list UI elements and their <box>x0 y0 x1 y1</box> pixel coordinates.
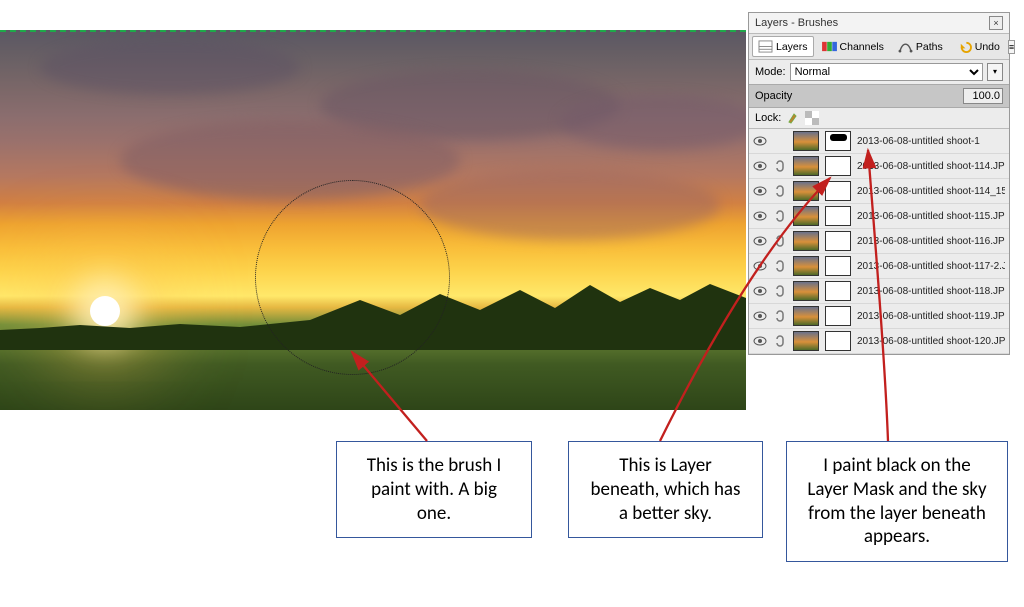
lock-alpha-icon[interactable] <box>805 111 819 125</box>
layer-mask-thumbnail[interactable] <box>825 156 851 176</box>
panel-title-text: Layers - Brushes <box>755 17 838 29</box>
visibility-eye-icon[interactable] <box>753 134 767 148</box>
layers-panel: Layers - Brushes × Layers Channels Paths… <box>748 12 1010 355</box>
layer-name-label[interactable]: 2013-06-08-untitled shoot-117-2.JPG <box>857 261 1005 272</box>
blend-mode-row: Mode: Normal ▾ <box>749 60 1009 84</box>
layer-row[interactable]: 2013-06-08-untitled shoot-116.JPG <box>749 229 1009 254</box>
layer-name-label[interactable]: 2013-06-08-untitled shoot-114.JPG <box>857 161 1005 172</box>
tab-layers[interactable]: Layers <box>752 36 814 57</box>
selection-edge-top <box>0 30 746 32</box>
layer-mask-thumbnail[interactable] <box>825 256 851 276</box>
layer-thumbnail[interactable] <box>793 206 819 226</box>
annotation-text: I paint black on the Layer Mask and the … <box>807 454 986 548</box>
link-icon[interactable] <box>773 259 787 273</box>
lock-row: Lock: <box>749 108 1009 129</box>
layer-thumbnail[interactable] <box>793 131 819 151</box>
layer-thumbnail[interactable] <box>793 281 819 301</box>
layer-name-label[interactable]: 2013-06-08-untitled shoot-118.JPG <box>857 286 1005 297</box>
opacity-label: Opacity <box>755 90 792 102</box>
layer-mask-thumbnail[interactable] <box>825 281 851 301</box>
cloud-shape <box>40 40 300 95</box>
layer-mask-thumbnail[interactable] <box>825 306 851 326</box>
layer-thumbnail[interactable] <box>793 256 819 276</box>
layer-row[interactable]: 2013-06-08-untitled shoot-120.JPG <box>749 329 1009 354</box>
tab-label: Undo <box>975 41 1000 53</box>
layer-list[interactable]: 2013-06-08-untitled shoot-1 2013-06-08-un… <box>749 129 1009 354</box>
link-icon[interactable] <box>773 234 787 248</box>
layer-thumbnail[interactable] <box>793 306 819 326</box>
layer-name-label[interactable]: 2013-06-08-untitled shoot-119.JPG <box>857 311 1005 322</box>
layer-row[interactable]: 2013-06-08-untitled shoot-117-2.JPG <box>749 254 1009 279</box>
brush-outline[interactable] <box>255 180 450 375</box>
link-icon[interactable] <box>773 309 787 323</box>
visibility-eye-icon[interactable] <box>753 334 767 348</box>
layer-mask-thumbnail[interactable] <box>825 231 851 251</box>
link-icon[interactable] <box>773 209 787 223</box>
lock-label: Lock: <box>755 112 781 124</box>
layer-thumbnail[interactable] <box>793 156 819 176</box>
layer-name-label[interactable]: 2013-06-08-untitled shoot-114_15_1 <box>857 186 1005 197</box>
panel-close-button[interactable]: × <box>989 16 1003 30</box>
layer-mask-thumbnail[interactable] <box>825 206 851 226</box>
mode-label: Mode: <box>755 66 786 78</box>
lock-paint-icon[interactable] <box>786 111 800 125</box>
visibility-eye-icon[interactable] <box>753 209 767 223</box>
layer-thumbnail[interactable] <box>793 231 819 251</box>
tab-paths[interactable]: Paths <box>892 36 949 57</box>
layer-row[interactable]: 2013-06-08-untitled shoot-1 <box>749 129 1009 154</box>
undo-icon <box>957 40 972 53</box>
channels-icon <box>822 40 837 53</box>
layer-name-label[interactable]: 2013-06-08-untitled shoot-120.JPG <box>857 336 1005 347</box>
panel-menu-button[interactable]: ≡ <box>1008 40 1015 54</box>
layer-row[interactable]: 2013-06-08-untitled shoot-114_15_1 <box>749 179 1009 204</box>
tab-label: Channels <box>840 41 884 53</box>
layer-row[interactable]: 2013-06-08-untitled shoot-118.JPG <box>749 279 1009 304</box>
annotation-brush: This is the brush I paint with. A big on… <box>336 441 532 538</box>
annotation-text: This is the brush I paint with. A big on… <box>367 454 502 525</box>
visibility-eye-icon[interactable] <box>753 159 767 173</box>
cloud-shape <box>420 170 720 240</box>
annotation-text: This is Layer beneath, which has a bette… <box>591 454 741 525</box>
layer-row[interactable]: 2013-06-08-untitled shoot-114.JPG <box>749 154 1009 179</box>
tab-undo[interactable]: Undo <box>951 36 1006 57</box>
link-icon[interactable] <box>773 134 787 148</box>
layer-name-label[interactable]: 2013-06-08-untitled shoot-1 <box>857 136 980 147</box>
tab-label: Layers <box>776 41 808 53</box>
visibility-eye-icon[interactable] <box>753 284 767 298</box>
tab-label: Paths <box>916 41 943 53</box>
opacity-input[interactable] <box>963 88 1003 104</box>
link-icon[interactable] <box>773 334 787 348</box>
layer-row[interactable]: 2013-06-08-untitled shoot-115.JPG <box>749 204 1009 229</box>
visibility-eye-icon[interactable] <box>753 184 767 198</box>
visibility-eye-icon[interactable] <box>753 259 767 273</box>
layer-name-label[interactable]: 2013-06-08-untitled shoot-116.JPG <box>857 236 1005 247</box>
link-icon[interactable] <box>773 159 787 173</box>
layer-thumbnail[interactable] <box>793 181 819 201</box>
layer-mask-thumbnail[interactable] <box>825 331 851 351</box>
layer-row[interactable]: 2013-06-08-untitled shoot-119.JPG <box>749 304 1009 329</box>
tab-channels[interactable]: Channels <box>816 36 890 57</box>
opacity-row[interactable]: Opacity <box>749 84 1009 108</box>
panel-tabs: Layers Channels Paths Undo ≡ <box>749 34 1009 60</box>
visibility-eye-icon[interactable] <box>753 234 767 248</box>
layer-name-label[interactable]: 2013-06-08-untitled shoot-115.JPG <box>857 211 1005 222</box>
link-icon[interactable] <box>773 284 787 298</box>
layer-mask-thumbnail[interactable] <box>825 131 851 151</box>
blend-mode-select[interactable]: Normal <box>790 63 983 81</box>
annotation-mask-paint: I paint black on the Layer Mask and the … <box>786 441 1008 562</box>
cloud-shape <box>120 120 460 200</box>
mode-dropdown-button[interactable]: ▾ <box>987 63 1003 81</box>
annotation-layer-beneath: This is Layer beneath, which has a bette… <box>568 441 763 538</box>
layers-icon <box>758 40 773 53</box>
panel-titlebar[interactable]: Layers - Brushes × <box>749 13 1009 34</box>
layer-thumbnail[interactable] <box>793 331 819 351</box>
layer-mask-thumbnail[interactable] <box>825 181 851 201</box>
link-icon[interactable] <box>773 184 787 198</box>
visibility-eye-icon[interactable] <box>753 309 767 323</box>
paths-icon <box>898 40 913 53</box>
cloud-shape <box>560 95 746 150</box>
